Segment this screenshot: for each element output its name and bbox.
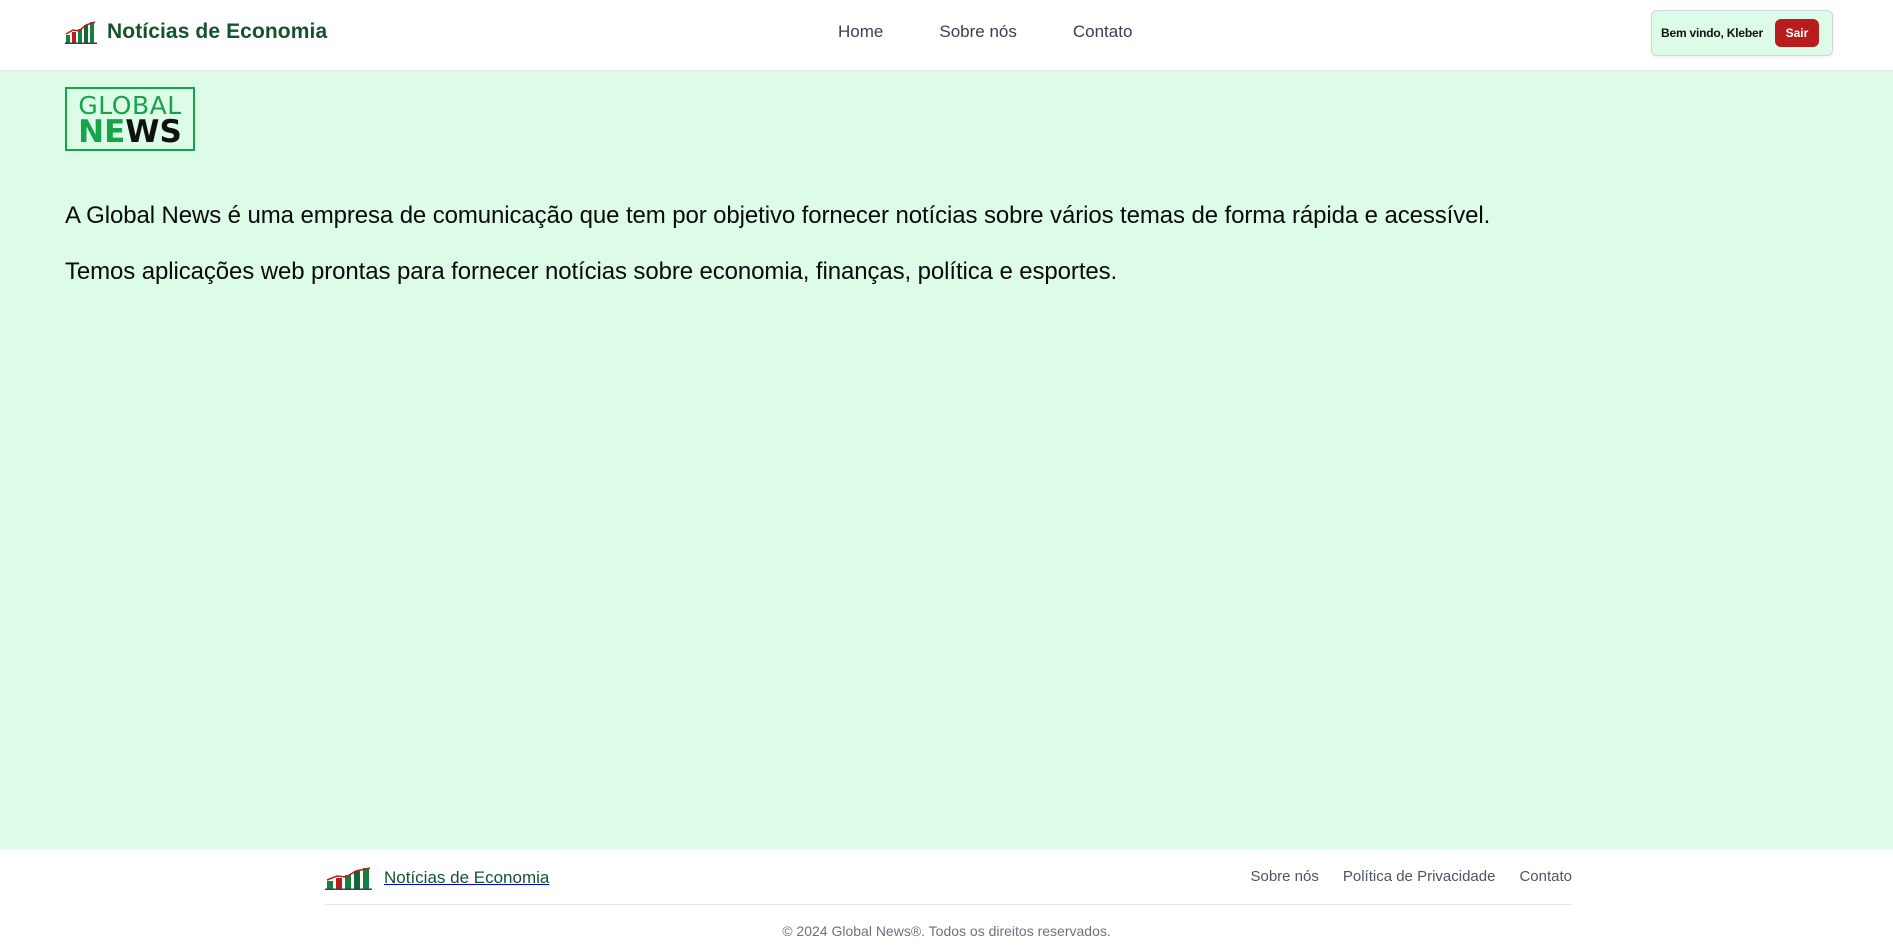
nav-contato[interactable]: Contato xyxy=(1073,22,1133,42)
footer-link-sobre-nos[interactable]: Sobre nós xyxy=(1250,868,1318,885)
footer-divider xyxy=(325,904,1572,905)
main-nav: Home Sobre nós Contato xyxy=(838,22,1132,42)
logo-line-2-green: NE xyxy=(78,114,126,150)
brand-title: Notícias de Economia xyxy=(107,20,328,43)
logo-line-2-black: WS xyxy=(125,114,182,150)
growth-chart-icon xyxy=(65,21,97,44)
welcome-text: Bem vindo, Kleber xyxy=(1661,26,1763,40)
footer-links: Sobre nós Política de Privacidade Contat… xyxy=(1250,868,1572,885)
top-navbar: Notícias de Economia Home Sobre nós Cont… xyxy=(0,0,1893,71)
user-panel: Bem vindo, Kleber Sair xyxy=(1651,10,1833,56)
logout-button[interactable]: Sair xyxy=(1774,19,1819,47)
nav-home[interactable]: Home xyxy=(838,22,883,42)
global-news-logo: GLOBAL NEWS xyxy=(65,87,195,151)
footer-brand-title: Notícias de Economia xyxy=(384,868,550,887)
footer-brand-link[interactable]: Notícias de Economia xyxy=(325,866,549,890)
about-paragraph-1: A Global News é uma empresa de comunicaç… xyxy=(65,202,1491,229)
about-paragraph-2: Temos aplicações web prontas para fornec… xyxy=(65,258,1118,285)
nav-sobre-nos[interactable]: Sobre nós xyxy=(939,22,1017,42)
logo-line-2: NEWS xyxy=(67,115,193,149)
footer-link-contato[interactable]: Contato xyxy=(1519,868,1572,885)
page-footer: Notícias de Economia Sobre nós Política … xyxy=(0,849,1893,952)
footer-link-privacidade[interactable]: Política de Privacidade xyxy=(1343,868,1496,885)
growth-chart-icon xyxy=(325,867,372,890)
brand-link[interactable]: Notícias de Economia xyxy=(65,20,327,44)
copyright-text: © 2024 Global News®. Todos os direitos r… xyxy=(782,923,1111,939)
main-content: GLOBAL NEWS A Global News é uma empresa … xyxy=(0,71,1893,849)
